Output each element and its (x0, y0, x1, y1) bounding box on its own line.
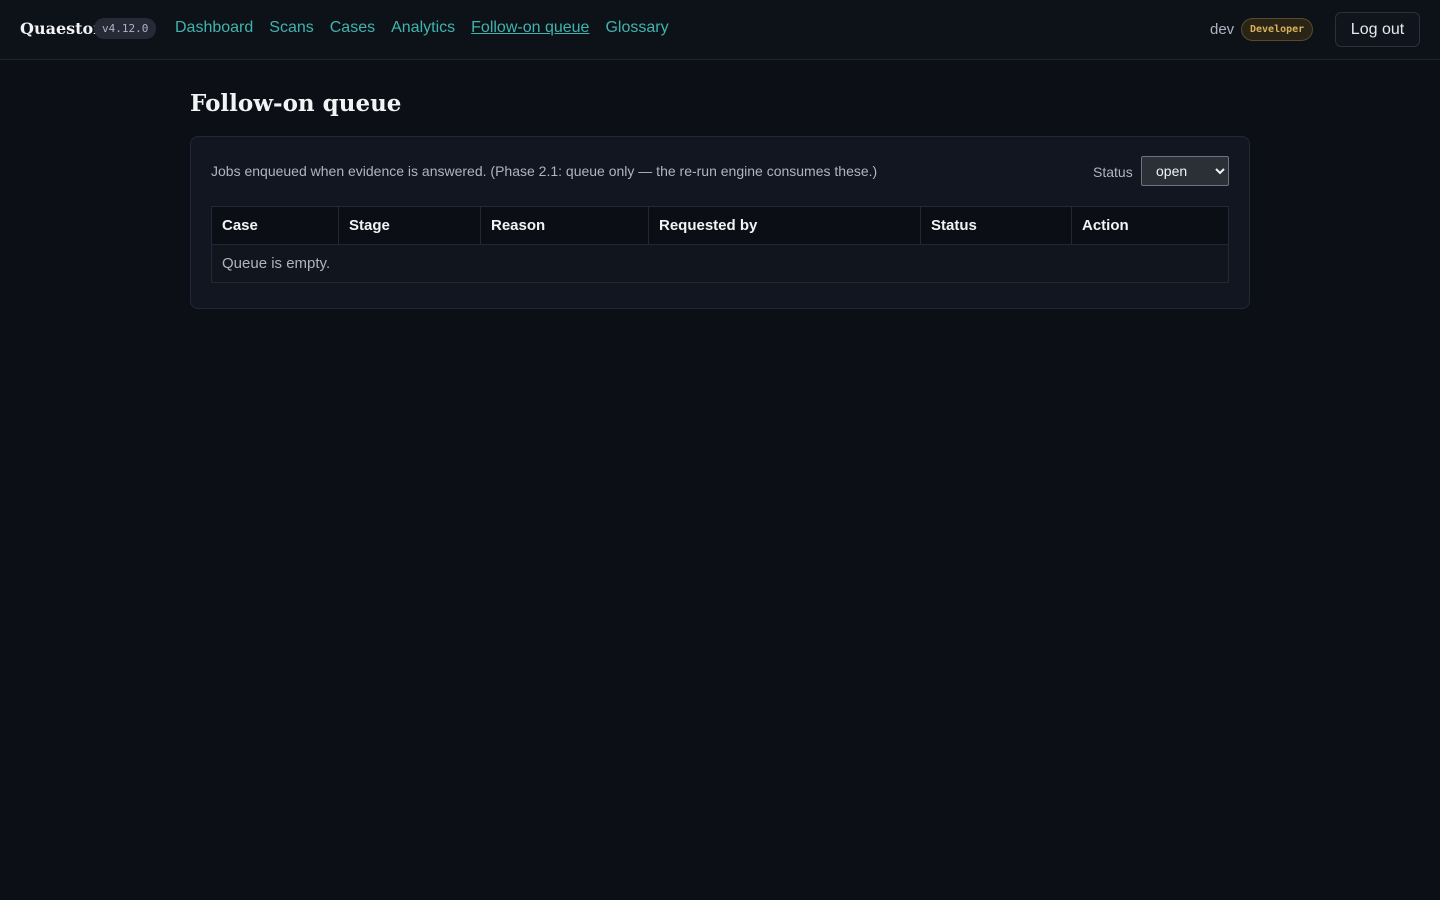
column-header-action: Action (1071, 206, 1229, 245)
column-header-requested-by: Requested by (648, 206, 921, 245)
top-navigation-bar: Quaestor v4.12.0 Dashboard Scans Cases A… (0, 0, 1440, 60)
nav-link-follow-on-queue[interactable]: Follow-on queue (471, 19, 589, 37)
page-title: Follow-on queue (190, 90, 402, 117)
status-filter-select[interactable]: open (1141, 156, 1229, 186)
queue-table: Case Stage Reason Requested by Status Ac… (211, 206, 1229, 283)
brand-logo[interactable]: Quaestor (20, 19, 102, 38)
empty-queue-message: Queue is empty. (211, 244, 1229, 283)
username: dev (1210, 21, 1235, 38)
logout-button[interactable]: Log out (1335, 12, 1420, 47)
table-header-row: Case Stage Reason Requested by Status Ac… (211, 206, 1229, 245)
status-filter-label: Status (1093, 164, 1133, 180)
column-header-status: Status (920, 206, 1072, 245)
column-header-case: Case (211, 206, 339, 245)
nav-link-scans[interactable]: Scans (269, 19, 313, 37)
queue-description: Jobs enqueued when evidence is answered.… (211, 163, 878, 179)
queue-panel: Jobs enqueued when evidence is answered.… (190, 136, 1250, 309)
table-row: Queue is empty. (211, 244, 1229, 283)
version-badge: v4.12.0 (94, 18, 157, 39)
column-header-stage: Stage (338, 206, 481, 245)
nav-link-glossary[interactable]: Glossary (605, 19, 668, 37)
column-header-reason: Reason (480, 206, 649, 245)
nav-link-dashboard[interactable]: Dashboard (175, 19, 253, 37)
nav-link-cases[interactable]: Cases (330, 19, 375, 37)
nav-link-analytics[interactable]: Analytics (391, 19, 455, 37)
role-badge: Developer (1241, 18, 1314, 41)
main-nav: Dashboard Scans Cases Analytics Follow-o… (175, 19, 669, 37)
